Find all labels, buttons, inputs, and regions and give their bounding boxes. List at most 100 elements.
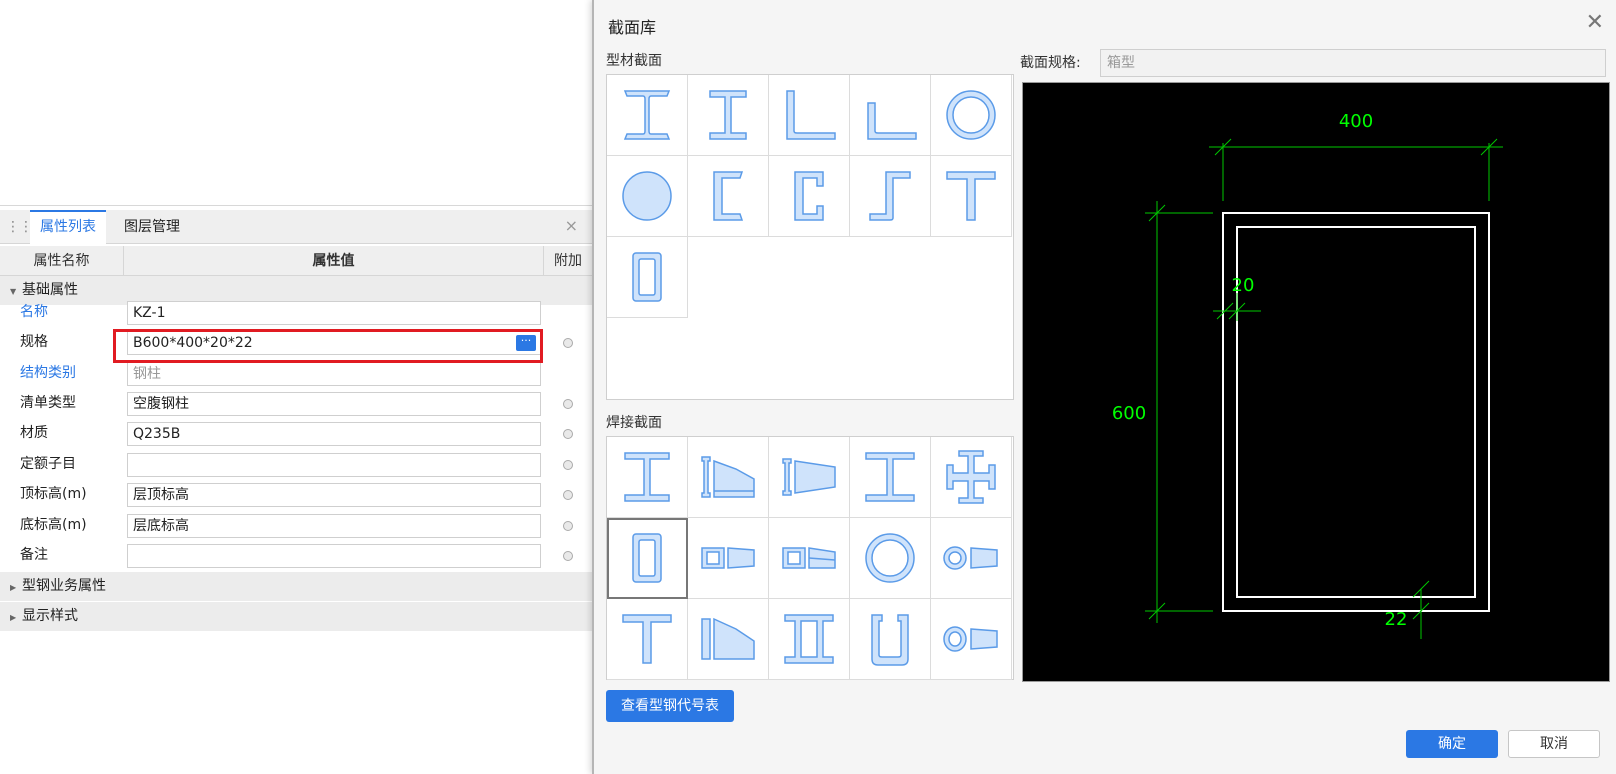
channel-lipless-icon — [713, 171, 744, 221]
tab-layer-management[interactable]: 图层管理 — [114, 210, 190, 244]
tab-property-list[interactable]: 属性列表 — [30, 210, 106, 244]
remark-field[interactable] — [127, 544, 541, 568]
welded-box-icon — [632, 533, 662, 583]
tile-welded-pipe[interactable] — [850, 518, 931, 599]
pipe-icon — [946, 90, 996, 140]
tile-lipped-channel[interactable] — [769, 156, 850, 237]
property-row-remark: 备注 — [0, 540, 592, 571]
extra-dot[interactable] — [563, 338, 573, 348]
property-row-material: 材质 Q235B — [0, 418, 592, 449]
extra-dot[interactable] — [563, 429, 573, 439]
bottom-elevation-field[interactable]: 层底标高 — [127, 514, 541, 538]
group-display-style[interactable]: ▶ 显示样式 — [0, 602, 592, 631]
expand-triangle-icon: ▶ — [10, 613, 17, 622]
extra-dot[interactable] — [563, 551, 573, 561]
material-field[interactable]: Q235B — [127, 422, 541, 446]
dim-flange-text: 22 — [1385, 609, 1408, 630]
property-label: 定额子目 — [20, 456, 76, 472]
extra-dot[interactable] — [563, 399, 573, 409]
equal-angle-icon — [786, 90, 836, 140]
panel-tab-bar: ⋮⋮ 属性列表 图层管理 × — [0, 210, 592, 244]
property-row-name: 名称 KZ-1 — [0, 297, 592, 328]
round-bar-icon — [622, 171, 672, 221]
tile-pipe-tapered-2[interactable] — [931, 599, 1012, 680]
spec-highlight-box — [113, 329, 543, 363]
section-library-dialog: 截面库 ✕ 型材截面 焊接截面 截面规格: 箱型 400 600 20 22 查… — [592, 0, 1616, 774]
extra-dot[interactable] — [563, 521, 573, 531]
name-field[interactable]: KZ-1 — [127, 301, 541, 325]
tile-z-section[interactable] — [850, 156, 931, 237]
welded-h-icon — [865, 452, 915, 502]
welded-i-icon — [624, 452, 670, 502]
tile-double-i[interactable] — [769, 599, 850, 680]
inner-outline — [1236, 226, 1476, 598]
expand-triangle-icon: ▶ — [10, 583, 17, 592]
welded-pipe-icon — [865, 533, 915, 583]
extra-dot[interactable] — [563, 460, 573, 470]
tile-pipe[interactable] — [931, 75, 1012, 156]
tile-u-section[interactable] — [850, 599, 931, 680]
property-row-bottom-elevation: 底标高(m) 层底标高 — [0, 510, 592, 541]
pipe-tapered-icon — [943, 546, 998, 570]
tile-tapered-i[interactable] — [688, 437, 769, 518]
tile-tapered-t[interactable] — [688, 599, 769, 680]
tile-h-beam[interactable] — [688, 75, 769, 156]
tile-cross-section[interactable] — [931, 437, 1012, 518]
h-beam-icon — [709, 90, 747, 140]
spec-input: 箱型 — [1100, 49, 1606, 77]
property-label: 备注 — [20, 547, 48, 563]
dim-height-text: 600 — [1112, 403, 1146, 424]
profile-section-grid — [606, 74, 1014, 400]
drag-grip-icon[interactable]: ⋮⋮ — [6, 218, 33, 236]
view-steel-codes-button[interactable]: 查看型钢代号表 — [606, 690, 734, 722]
tile-welded-box[interactable] — [607, 518, 688, 599]
top-elevation-field[interactable]: 层顶标高 — [127, 483, 541, 507]
tile-channel[interactable] — [688, 156, 769, 237]
tile-box-tapered[interactable] — [688, 518, 769, 599]
property-row-top-elevation: 顶标高(m) 层顶标高 — [0, 479, 592, 510]
ok-button[interactable]: 确定 — [1406, 730, 1498, 758]
cross-section-icon — [946, 450, 996, 504]
group-steel-business-properties[interactable]: ▶ 型钢业务属性 — [0, 572, 592, 601]
box-section-icon — [632, 252, 662, 302]
property-row-quota-item: 定额子目 — [0, 449, 592, 480]
cancel-button[interactable]: 取消 — [1508, 730, 1600, 758]
box-tapered-icon — [701, 547, 755, 569]
property-label: 规格 — [20, 334, 48, 350]
tapered-t-icon — [701, 617, 755, 660]
close-icon[interactable]: ✕ — [1586, 12, 1604, 34]
close-icon[interactable]: × — [565, 216, 578, 235]
dim-width-text: 400 — [1339, 111, 1373, 132]
tile-round-bar[interactable] — [607, 156, 688, 237]
tile-pipe-tapered[interactable] — [931, 518, 1012, 599]
list-type-field[interactable]: 空腹钢柱 — [127, 392, 541, 416]
dim-web-text: 20 — [1232, 275, 1255, 296]
tile-equal-angle[interactable] — [769, 75, 850, 156]
property-row-list-type: 清单类型 空腹钢柱 — [0, 388, 592, 419]
tile-i-beam[interactable] — [607, 75, 688, 156]
double-i-icon — [784, 614, 834, 664]
property-label: 底标高(m) — [20, 517, 87, 533]
profile-section-label: 型材截面 — [606, 53, 662, 69]
tile-welded-h[interactable] — [850, 437, 931, 518]
i-beam-icon — [623, 90, 671, 140]
tile-tapered-i-2[interactable] — [769, 437, 850, 518]
extra-dot[interactable] — [563, 490, 573, 500]
tapered-i-right-icon — [782, 458, 836, 496]
tile-t-section[interactable] — [931, 156, 1012, 237]
tile-box-section[interactable] — [607, 237, 688, 318]
tile-box-tapered-2[interactable] — [769, 518, 850, 599]
tile-welded-i[interactable] — [607, 437, 688, 518]
box-tapered-2-icon — [782, 547, 836, 569]
property-panel: ⋮⋮ 属性列表 图层管理 × 属性名称 属性值 附加 ▼ 基础属性 名称 KZ-1… — [0, 206, 592, 774]
header-extra: 附加 — [554, 253, 582, 269]
tile-welded-t[interactable] — [607, 599, 688, 680]
unequal-angle-icon — [867, 102, 917, 140]
structure-type-field: 钢柱 — [127, 362, 541, 386]
tile-unequal-angle[interactable] — [850, 75, 931, 156]
welded-section-label: 焊接截面 — [606, 415, 662, 431]
spec-label: 截面规格: — [1020, 55, 1081, 71]
group-label: 型钢业务属性 — [22, 578, 106, 594]
quota-item-field[interactable] — [127, 453, 541, 477]
welded-section-grid — [606, 436, 1014, 680]
